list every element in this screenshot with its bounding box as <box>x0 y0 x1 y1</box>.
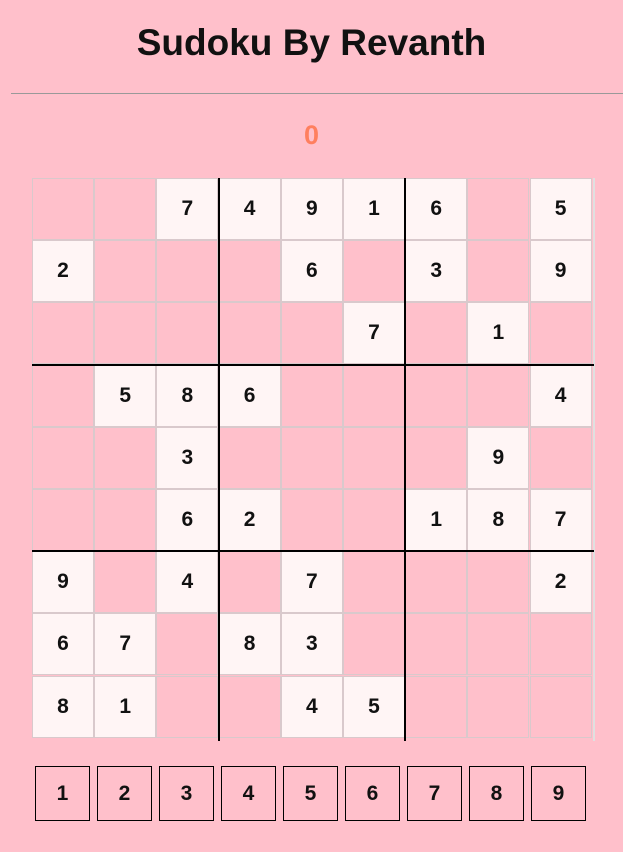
board-cell-r1-c5[interactable]: 9 <box>280 178 343 240</box>
board-cell-r4-c6[interactable] <box>343 364 405 427</box>
board-cell-r7-c6[interactable] <box>343 551 405 614</box>
box-separator-vertical <box>404 178 407 741</box>
board-cell-r5-c2[interactable] <box>94 426 157 489</box>
board-cell-r6-c2[interactable] <box>94 489 157 551</box>
board-cell-r8-c9[interactable] <box>529 613 592 676</box>
board-cell-r7-c8[interactable] <box>467 551 530 614</box>
board-cell-r1-c9[interactable]: 5 <box>529 178 592 240</box>
box-separator-horizontal <box>32 363 594 366</box>
board-cell-r6-c5[interactable] <box>280 489 343 551</box>
board-cell-r5-c4[interactable] <box>218 426 281 489</box>
board-cell-r7-c2[interactable] <box>94 551 157 614</box>
board-cell-r9-c5[interactable]: 4 <box>280 675 343 738</box>
board-cell-r8-c6[interactable] <box>343 613 405 676</box>
board-cell-r7-c5[interactable]: 7 <box>280 551 343 614</box>
board-cell-r3-c5[interactable] <box>280 302 343 365</box>
board-cell-r9-c9[interactable] <box>529 675 592 738</box>
board-cell-r8-c8[interactable] <box>467 613 530 676</box>
box-separator-horizontal <box>32 550 594 553</box>
board-cell-r2-c1[interactable]: 2 <box>32 240 94 303</box>
board-cell-r9-c3[interactable] <box>156 675 219 738</box>
board-cell-r4-c3[interactable]: 8 <box>156 364 219 427</box>
board-cell-r9-c4[interactable] <box>218 675 281 738</box>
board-cell-r9-c8[interactable] <box>467 675 530 738</box>
board-cell-r1-c3[interactable]: 7 <box>156 178 219 240</box>
board-cell-r3-c9[interactable] <box>529 302 592 365</box>
board-cell-r7-c9[interactable]: 2 <box>529 551 592 614</box>
board-cell-r6-c9[interactable]: 7 <box>529 489 592 551</box>
board-cell-r3-c3[interactable] <box>156 302 219 365</box>
board-cell-r6-c7[interactable]: 1 <box>405 489 468 551</box>
board-cell-r6-c4[interactable]: 2 <box>218 489 281 551</box>
sudoku-page: Sudoku By Revanth 0 74916526397158643962… <box>0 0 623 852</box>
board-cell-r9-c2[interactable]: 1 <box>94 675 157 738</box>
board-cell-r8-c7[interactable] <box>405 613 468 676</box>
board-cell-r1-c1[interactable] <box>32 178 94 240</box>
digit-button-5[interactable]: 5 <box>283 766 338 821</box>
board-cell-r4-c1[interactable] <box>32 364 94 427</box>
board-cell-r2-c7[interactable]: 3 <box>405 240 468 303</box>
board-cell-r4-c4[interactable]: 6 <box>218 364 281 427</box>
board-cell-r8-c3[interactable] <box>156 613 219 676</box>
board-cell-r4-c7[interactable] <box>405 364 468 427</box>
digit-button-7[interactable]: 7 <box>407 766 462 821</box>
title-divider <box>11 93 623 94</box>
board-cell-r6-c6[interactable] <box>343 489 405 551</box>
board-cell-r3-c6[interactable]: 7 <box>343 302 405 365</box>
board-cell-r8-c2[interactable]: 7 <box>94 613 157 676</box>
board-cell-r5-c7[interactable] <box>405 426 468 489</box>
board-cell-r3-c2[interactable] <box>94 302 157 365</box>
page-title: Sudoku By Revanth <box>136 22 487 63</box>
board-cell-r3-c8[interactable]: 1 <box>467 302 530 365</box>
board-cell-r2-c5[interactable]: 6 <box>280 240 343 303</box>
board-cell-r1-c7[interactable]: 6 <box>405 178 468 240</box>
board-cell-r1-c6[interactable]: 1 <box>343 178 405 240</box>
board-cell-r6-c8[interactable]: 8 <box>467 489 530 551</box>
board-cell-r9-c1[interactable]: 8 <box>32 675 94 738</box>
digit-button-9[interactable]: 9 <box>531 766 586 821</box>
box-separator-vertical <box>217 178 220 741</box>
board-cell-r4-c9[interactable]: 4 <box>529 364 592 427</box>
digit-button-3[interactable]: 3 <box>159 766 214 821</box>
board-cell-r8-c5[interactable]: 3 <box>280 613 343 676</box>
board-cell-r4-c5[interactable] <box>280 364 343 427</box>
board-cell-r9-c6[interactable]: 5 <box>343 675 405 738</box>
board-cell-r3-c7[interactable] <box>405 302 468 365</box>
board-cell-r2-c9[interactable]: 9 <box>529 240 592 303</box>
board-cell-r2-c8[interactable] <box>467 240 530 303</box>
digit-button-8[interactable]: 8 <box>469 766 524 821</box>
board-cell-r5-c6[interactable] <box>343 426 405 489</box>
digit-button-2[interactable]: 2 <box>97 766 152 821</box>
board-cell-r3-c1[interactable] <box>32 302 94 365</box>
digit-button-1[interactable]: 1 <box>35 766 90 821</box>
board-cell-r4-c8[interactable] <box>467 364 530 427</box>
board-cell-r3-c4[interactable] <box>218 302 281 365</box>
board-cell-r5-c9[interactable] <box>529 426 592 489</box>
board-cell-r7-c1[interactable]: 9 <box>32 551 94 614</box>
board-cell-r5-c5[interactable] <box>280 426 343 489</box>
board-cell-r2-c6[interactable] <box>343 240 405 303</box>
board-cell-r5-c1[interactable] <box>32 426 94 489</box>
board-cell-r8-c4[interactable]: 8 <box>218 613 281 676</box>
board-cell-r1-c4[interactable]: 4 <box>218 178 281 240</box>
board-cell-r7-c3[interactable]: 4 <box>156 551 219 614</box>
board-cell-r7-c7[interactable] <box>405 551 468 614</box>
board-cell-r2-c3[interactable] <box>156 240 219 303</box>
digit-button-4[interactable]: 4 <box>221 766 276 821</box>
board-cell-r4-c2[interactable]: 5 <box>94 364 157 427</box>
board-cell-r1-c8[interactable] <box>467 178 530 240</box>
board-cell-r5-c8[interactable]: 9 <box>467 426 530 489</box>
score-counter: 0 <box>303 120 320 150</box>
sudoku-board: 74916526397158643962187947267838145 <box>32 178 595 741</box>
board-cell-r5-c3[interactable]: 3 <box>156 426 219 489</box>
board-cell-r9-c7[interactable] <box>405 675 468 738</box>
board-cell-r6-c3[interactable]: 6 <box>156 489 219 551</box>
board-cell-r2-c2[interactable] <box>94 240 157 303</box>
board-cell-r8-c1[interactable]: 6 <box>32 613 94 676</box>
digit-button-6[interactable]: 6 <box>345 766 400 821</box>
board-cell-r7-c4[interactable] <box>218 551 281 614</box>
board-cell-r6-c1[interactable] <box>32 489 94 551</box>
board-cell-r2-c4[interactable] <box>218 240 281 303</box>
board-cell-r1-c2[interactable] <box>94 178 157 240</box>
